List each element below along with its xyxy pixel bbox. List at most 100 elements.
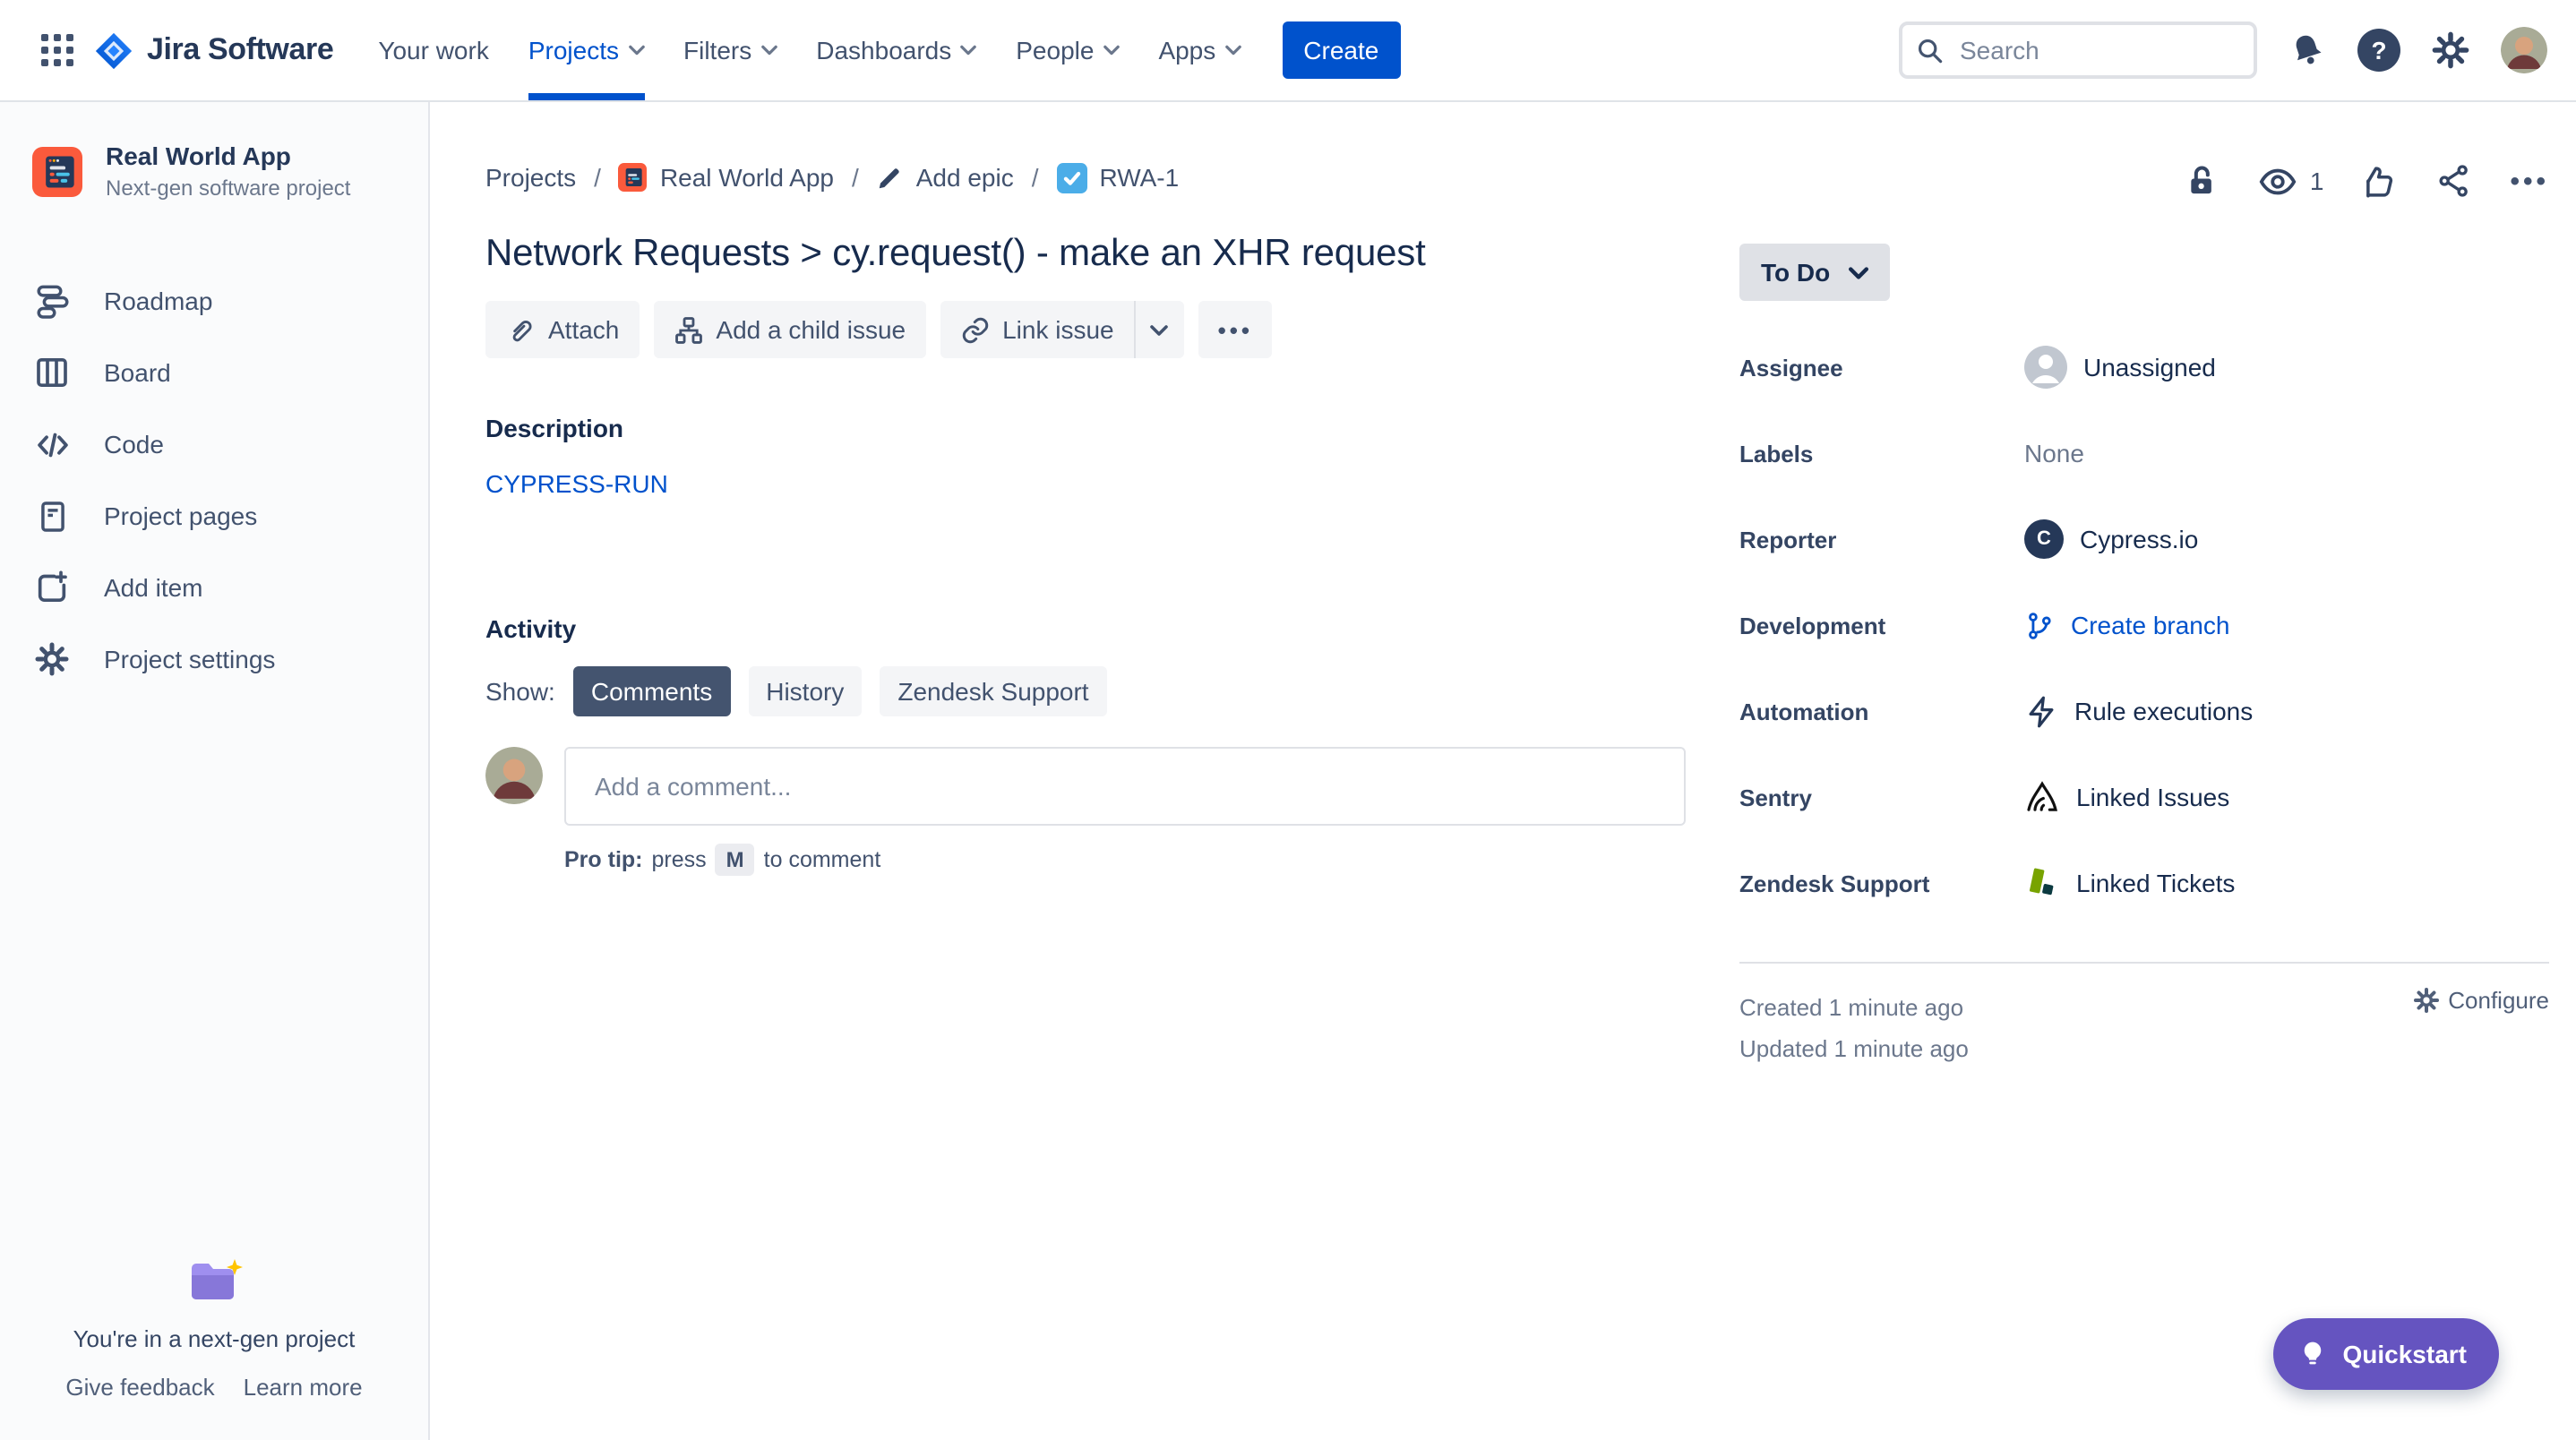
- sidebar-item-code[interactable]: Code: [0, 408, 428, 480]
- git-branch-icon: [2029, 612, 2051, 639]
- add-child-issue-button[interactable]: Add a child issue: [653, 301, 926, 358]
- pages-icon: [32, 499, 72, 533]
- comment-input-box[interactable]: [564, 747, 1686, 826]
- nav-apps[interactable]: Apps: [1138, 0, 1260, 100]
- zendesk-linked-tickets-value[interactable]: Linked Tickets: [2024, 865, 2235, 901]
- ellipsis-icon: •••: [2510, 166, 2549, 196]
- sidebar-item-add-item[interactable]: Add item: [0, 552, 428, 623]
- panel-footer: Created 1 minute ago Updated 1 minute ag…: [1739, 987, 2549, 1069]
- issue-meta-icons: 1 •••: [1739, 161, 2549, 201]
- create-branch-link[interactable]: Create branch: [2024, 610, 2229, 640]
- labels-value[interactable]: None: [2024, 439, 2084, 467]
- pencil-icon: [880, 167, 900, 188]
- notifications-button[interactable]: [2288, 30, 2327, 70]
- settings-button[interactable]: [2431, 30, 2470, 70]
- field-development: Development Create branch: [1739, 610, 2230, 640]
- breadcrumb-project[interactable]: Real World App: [618, 163, 834, 192]
- status-dropdown[interactable]: To Do: [1739, 244, 1890, 301]
- code-icon: [32, 425, 72, 463]
- sidebar-footer-links: Give feedback Learn more: [18, 1374, 410, 1401]
- breadcrumb-add-epic[interactable]: Add epic: [877, 163, 1014, 192]
- sidebar-item-project-pages[interactable]: Project pages: [0, 480, 428, 552]
- description-link[interactable]: CYPRESS-RUN: [485, 469, 668, 498]
- app-name: Jira Software: [147, 32, 334, 66]
- link-issue-button[interactable]: Link issue: [940, 301, 1134, 358]
- reporter-avatar: C: [2024, 519, 2064, 559]
- help-button[interactable]: ?: [2357, 29, 2400, 72]
- learn-more-link[interactable]: Learn more: [244, 1374, 363, 1401]
- configure-link[interactable]: Configure: [2412, 987, 2549, 1014]
- comment-composer: [485, 747, 1686, 826]
- nav-people[interactable]: People: [996, 0, 1138, 100]
- link-icon: [961, 316, 988, 343]
- more-options-button[interactable]: •••: [2510, 167, 2549, 194]
- search-icon: [1918, 38, 1943, 63]
- jira-diamond-icon: [95, 31, 133, 69]
- bell-icon: [2296, 35, 2322, 64]
- quickstart-button[interactable]: Quickstart: [2272, 1318, 2499, 1390]
- show-label: Show:: [485, 677, 555, 706]
- topnav-right-controls: ?: [1899, 21, 2547, 79]
- breadcrumb-projects[interactable]: Projects: [485, 163, 576, 192]
- chevron-down-icon: [1224, 45, 1241, 56]
- chevron-down-icon: [1848, 266, 1868, 279]
- user-avatar: [2501, 27, 2547, 73]
- global-search[interactable]: [1899, 21, 2257, 79]
- comment-input[interactable]: [591, 770, 1659, 802]
- watchers-control[interactable]: 1: [2258, 160, 2323, 201]
- link-issue-dropdown-button[interactable]: [1133, 301, 1184, 358]
- tab-zendesk-support[interactable]: Zendesk Support: [880, 666, 1107, 716]
- tab-comments[interactable]: Comments: [572, 666, 731, 716]
- sentry-linked-issues-value[interactable]: Linked Issues: [2024, 779, 2229, 815]
- sidebar-item-roadmap[interactable]: Roadmap: [0, 265, 428, 337]
- jira-logo[interactable]: Jira Software: [93, 30, 334, 71]
- ellipsis-icon: •••: [1217, 316, 1253, 343]
- project-avatar-icon: [32, 146, 82, 196]
- share-button[interactable]: [2436, 163, 2472, 199]
- issue-side-panel: 1 ••• To Do Assignee Unassigned Labels N…: [1739, 156, 2549, 1440]
- help-icon: ?: [2357, 29, 2400, 72]
- issue-action-buttons: Attach Add a child issue Link issue •••: [485, 301, 1686, 358]
- assignee-value[interactable]: Unassigned: [2024, 346, 2216, 389]
- breadcrumb-issue-key[interactable]: RWA-1: [1056, 162, 1179, 193]
- nav-dashboards[interactable]: Dashboards: [796, 0, 996, 100]
- attach-button[interactable]: Attach: [485, 301, 640, 358]
- chevron-down-icon: [628, 45, 644, 56]
- give-feedback-link[interactable]: Give feedback: [65, 1374, 214, 1401]
- nav-your-work[interactable]: Your work: [358, 0, 509, 100]
- project-avatar-icon: [618, 163, 648, 192]
- board-icon: [32, 355, 72, 390]
- rule-executions-value[interactable]: Rule executions: [2024, 694, 2253, 728]
- link-issue-split-button: Link issue: [940, 301, 1184, 358]
- paperclip-icon: [512, 320, 532, 341]
- breadcrumb-separator: /: [594, 163, 601, 192]
- sidebar-item-board[interactable]: Board: [0, 337, 428, 408]
- field-automation: Automation Rule executions: [1739, 668, 2549, 754]
- app-switcher-button[interactable]: [29, 21, 86, 79]
- chevron-down-icon: [760, 45, 777, 56]
- nav-filters[interactable]: Filters: [664, 0, 796, 100]
- more-actions-button[interactable]: •••: [1198, 301, 1273, 358]
- search-input[interactable]: [1956, 34, 2239, 66]
- field-reporter: Reporter C Cypress.io: [1739, 496, 2549, 582]
- field-sentry: Sentry Linked Issues: [1739, 754, 2549, 840]
- create-button[interactable]: Create: [1282, 21, 1401, 79]
- updated-timestamp: Updated 1 minute ago: [1739, 1035, 1969, 1062]
- reporter-value[interactable]: C Cypress.io: [2024, 519, 2198, 559]
- tab-history[interactable]: History: [748, 666, 863, 716]
- project-type: Next-gen software project: [106, 176, 351, 201]
- issue-title[interactable]: Network Requests > cy.request() - make a…: [485, 233, 1686, 276]
- app-switcher-grid-icon: [41, 34, 73, 66]
- page-body: Real World App Next-gen software project…: [0, 102, 2576, 1440]
- restrict-access-button[interactable]: [2185, 163, 2220, 199]
- breadcrumb: Projects / Real World App / Add epic / R…: [485, 156, 1686, 199]
- project-title-block: Real World App Next-gen software project: [106, 141, 350, 201]
- vote-button[interactable]: [2361, 162, 2399, 200]
- user-avatar-button[interactable]: [2501, 27, 2547, 73]
- sidebar-item-project-settings[interactable]: Project settings: [0, 623, 428, 695]
- nav-projects[interactable]: Projects: [509, 0, 664, 100]
- sidebar-item-label: Roadmap: [104, 287, 213, 315]
- created-timestamp: Created 1 minute ago: [1739, 994, 1964, 1021]
- chevron-down-icon: [960, 45, 977, 56]
- project-header[interactable]: Real World App Next-gen software project: [0, 141, 428, 201]
